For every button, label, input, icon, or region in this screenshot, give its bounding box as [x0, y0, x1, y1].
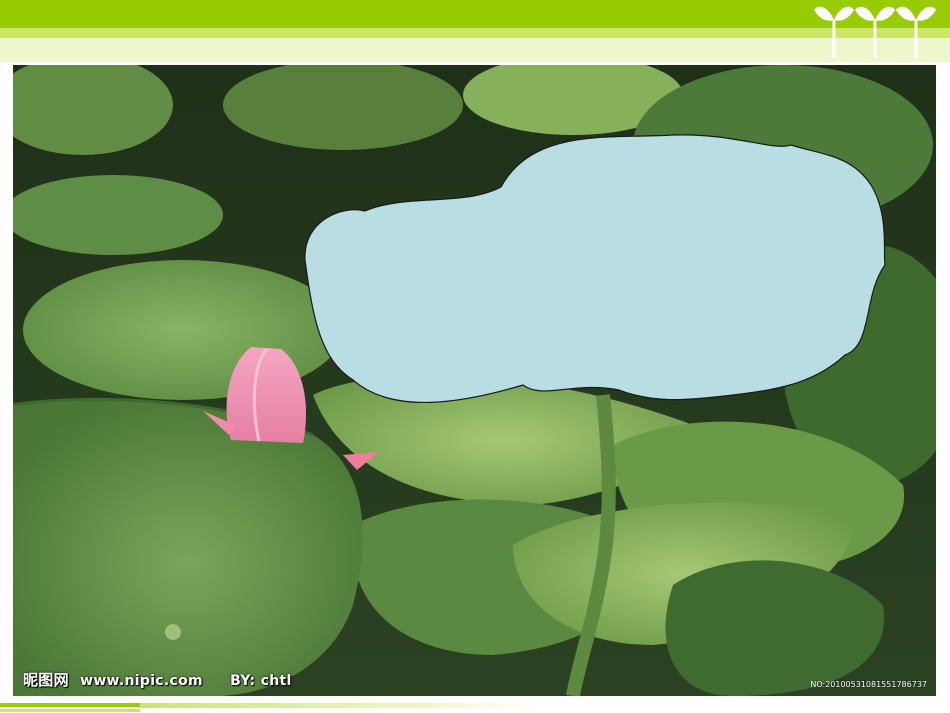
footer-bar-fade: [140, 703, 540, 708]
header-stripe: [0, 28, 950, 38]
sprout-icon: [814, 6, 854, 58]
header-pale-stripe: [0, 38, 950, 62]
footer-bar: [0, 703, 140, 707]
footer-bar-thin: [0, 709, 140, 712]
photo-id: NO:20100531081551786737: [810, 680, 927, 689]
watermark-brand: 昵图网: [23, 671, 69, 689]
sprout-decoration: [812, 0, 950, 62]
lotus-bud-and-leaves-image: 昵图网 www.nipic.com BY: chtl NO:2010053108…: [13, 65, 936, 696]
watermark-author: BY: chtl: [230, 673, 292, 689]
watermark-url: www.nipic.com: [80, 673, 203, 689]
photo-watermark: 昵图网 www.nipic.com BY: chtl: [23, 669, 292, 690]
sprout-icon: [896, 6, 936, 58]
sprout-icon: [855, 6, 895, 58]
header-band: [0, 0, 950, 28]
